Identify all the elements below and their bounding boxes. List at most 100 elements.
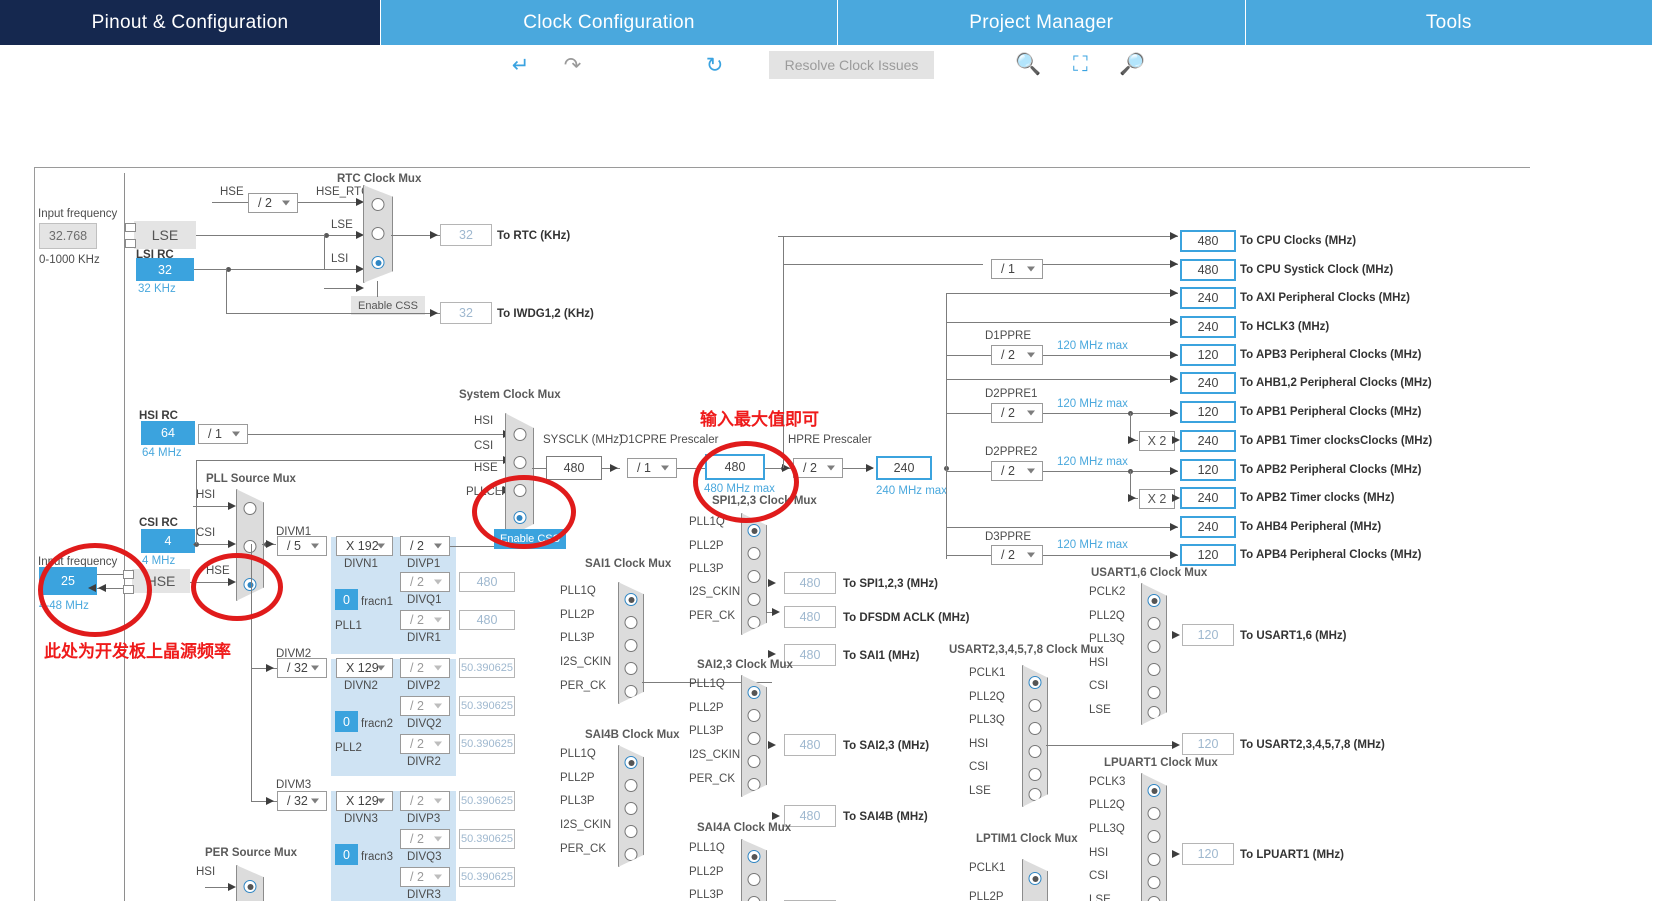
- d3ppre-select[interactable]: / 2: [991, 545, 1043, 565]
- sai23-clock-mux[interactable]: [741, 675, 767, 797]
- spimux-radio-0[interactable]: [747, 524, 761, 537]
- usart2345678-clock-mux[interactable]: [1022, 665, 1048, 807]
- sai4bmux-radio-3[interactable]: [624, 825, 638, 838]
- lpuartmux-radio-4[interactable]: [1147, 876, 1161, 889]
- sai4amux-radio-1[interactable]: [747, 873, 761, 886]
- sai23mux-radio-0[interactable]: [747, 686, 761, 699]
- csi-rc-value[interactable]: 4: [141, 529, 195, 553]
- divq1-select[interactable]: / 2: [400, 572, 450, 592]
- divm1-select[interactable]: / 5: [277, 536, 327, 556]
- d1ppre-select[interactable]: / 2: [991, 345, 1043, 365]
- sai1mux-radio-3[interactable]: [624, 662, 638, 675]
- tab-pinout-configuration[interactable]: Pinout & Configuration: [0, 0, 381, 45]
- sai1mux-radio-0[interactable]: [624, 593, 638, 606]
- usart16mux-radio-2[interactable]: [1147, 640, 1161, 653]
- lpuartmux-radio-3[interactable]: [1147, 853, 1161, 866]
- lptimmux-radio-0[interactable]: [1028, 872, 1042, 885]
- pll-mux-radio-csi[interactable]: [243, 540, 257, 553]
- hsi-divider-select[interactable]: / 1: [198, 424, 248, 444]
- lpuartmux-radio-5[interactable]: [1147, 896, 1161, 901]
- zoom-in-icon[interactable]: 🔍: [1002, 48, 1054, 82]
- pll-mux-radio-hse[interactable]: [243, 578, 257, 591]
- redo-icon[interactable]: ↷: [547, 48, 599, 82]
- usart2mux-radio-2[interactable]: [1028, 722, 1042, 735]
- sai23mux-radio-3[interactable]: [747, 755, 761, 768]
- spimux-radio-2[interactable]: [747, 570, 761, 583]
- divp1-select[interactable]: / 2: [400, 536, 450, 556]
- divn2-select[interactable]: X 129: [336, 658, 393, 678]
- sai4bmux-radio-1[interactable]: [624, 779, 638, 792]
- divn3-select[interactable]: X 129: [336, 791, 393, 811]
- sysmux-radio-hsi[interactable]: [513, 428, 526, 441]
- resolve-clock-issues-button[interactable]: Resolve Clock Issues: [768, 51, 935, 79]
- lpuartmux-radio-1[interactable]: [1147, 807, 1161, 820]
- lse-osc-box[interactable]: LSE: [134, 221, 196, 249]
- d2ppre2-select[interactable]: / 2: [991, 461, 1043, 481]
- rtc-mux-radio-lse[interactable]: [371, 227, 385, 240]
- lpuart1-clock-mux[interactable]: [1141, 773, 1167, 901]
- sai4bmux-radio-0[interactable]: [624, 756, 638, 769]
- pll-source-mux[interactable]: [236, 489, 264, 601]
- lse-input-frequency-field[interactable]: 32.768: [39, 223, 97, 249]
- sai4amux-radio-0[interactable]: [747, 850, 761, 863]
- hse-osc-box[interactable]: HSE: [132, 569, 190, 593]
- sai4bmux-radio-2[interactable]: [624, 802, 638, 815]
- fracn1-value[interactable]: 0: [335, 589, 358, 610]
- sysmux-radio-hse[interactable]: [513, 484, 526, 497]
- clock-tree-canvas[interactable]: Input frequency 32.768 0-1000 KHz LSE LS…: [0, 85, 1653, 901]
- spi-clock-mux[interactable]: [741, 513, 767, 635]
- usart16mux-radio-4[interactable]: [1147, 686, 1161, 699]
- tab-tools[interactable]: Tools: [1245, 0, 1653, 45]
- usart2mux-radio-0[interactable]: [1028, 676, 1042, 689]
- per-mux-radio-hsi[interactable]: [243, 880, 257, 893]
- rtc-mux-radio-hse[interactable]: [371, 198, 385, 211]
- rtc-clock-mux[interactable]: [363, 185, 393, 283]
- rtc-mux-radio-lsi[interactable]: [371, 256, 385, 269]
- rtc-hse-divider-select[interactable]: / 2: [248, 193, 298, 213]
- d1cpre-output-value[interactable]: 480: [705, 454, 765, 480]
- sysmux-radio-pllclk[interactable]: [513, 511, 526, 524]
- sai4b-clock-mux[interactable]: [618, 745, 644, 867]
- divm3-select[interactable]: / 32: [277, 791, 327, 811]
- sai1mux-radio-1[interactable]: [624, 616, 638, 629]
- divn1-select[interactable]: X 192: [336, 536, 393, 556]
- tab-clock-configuration[interactable]: Clock Configuration: [381, 0, 838, 45]
- lpuartmux-radio-0[interactable]: [1147, 784, 1161, 797]
- refresh-icon[interactable]: ↻: [689, 48, 741, 82]
- spimux-radio-3[interactable]: [747, 593, 761, 606]
- usart16mux-radio-3[interactable]: [1147, 663, 1161, 676]
- fracn3-value[interactable]: 0: [335, 844, 358, 865]
- d2ppre1-select[interactable]: / 2: [991, 403, 1043, 423]
- pll-mux-radio-hsi[interactable]: [243, 502, 257, 515]
- divp2-select[interactable]: / 2: [400, 658, 450, 678]
- sai23mux-radio-1[interactable]: [747, 709, 761, 722]
- lsi-rc-value[interactable]: 32: [136, 258, 194, 281]
- divp3-select[interactable]: / 2: [400, 791, 450, 811]
- d1cpre-select[interactable]: / 1: [627, 458, 677, 478]
- sai1-clock-mux[interactable]: [618, 582, 644, 704]
- to-rtc-value[interactable]: 32: [440, 224, 492, 246]
- spimux-radio-1[interactable]: [747, 547, 761, 560]
- sai4amux-radio-2[interactable]: [747, 896, 761, 901]
- divr3-select[interactable]: / 2: [400, 867, 450, 887]
- usart2mux-radio-1[interactable]: [1028, 699, 1042, 712]
- divr2-select[interactable]: / 2: [400, 734, 450, 754]
- divq2-select[interactable]: / 2: [400, 696, 450, 716]
- system-enable-css-button[interactable]: Enable CSS: [494, 529, 566, 549]
- systick-prescaler-select[interactable]: / 1: [991, 259, 1043, 279]
- sai23mux-radio-2[interactable]: [747, 732, 761, 745]
- usart2mux-radio-4[interactable]: [1028, 768, 1042, 781]
- undo-icon[interactable]: ↵: [495, 48, 547, 82]
- usart16mux-radio-1[interactable]: [1147, 617, 1161, 630]
- divq3-select[interactable]: / 2: [400, 829, 450, 849]
- usart16-clock-mux[interactable]: [1141, 583, 1167, 725]
- system-clock-mux[interactable]: [505, 413, 534, 539]
- fracn2-value[interactable]: 0: [335, 711, 358, 732]
- usart16mux-radio-0[interactable]: [1147, 594, 1161, 607]
- sai1mux-radio-2[interactable]: [624, 639, 638, 652]
- sysmux-radio-csi[interactable]: [513, 456, 526, 469]
- to-iwdg-value[interactable]: 32: [440, 302, 492, 324]
- zoom-out-icon[interactable]: 🔎: [1106, 48, 1158, 82]
- hsi-rc-value[interactable]: 64: [141, 421, 195, 445]
- usart2mux-radio-3[interactable]: [1028, 745, 1042, 758]
